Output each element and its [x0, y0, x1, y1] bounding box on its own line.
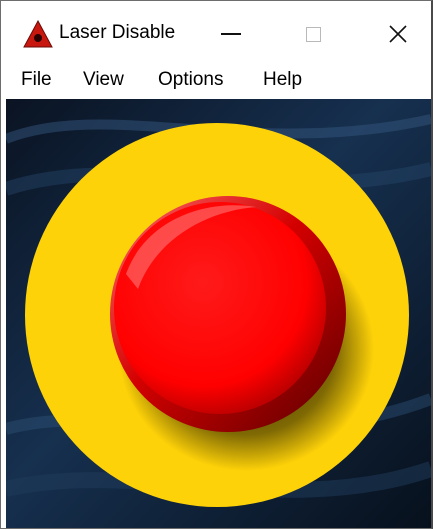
menu-options[interactable]: Options — [158, 69, 223, 91]
emergency-stop-button[interactable] — [6, 99, 431, 529]
title-bar[interactable]: Laser Disable — [1, 1, 431, 63]
close-button[interactable] — [376, 13, 420, 55]
menu-view[interactable]: View — [83, 69, 124, 91]
menu-help[interactable]: Help — [263, 69, 302, 91]
minimize-icon — [221, 33, 241, 35]
app-window: Laser Disable File View Options Help — [0, 0, 433, 529]
button-face — [114, 202, 326, 414]
warning-triangle-icon — [23, 20, 53, 48]
close-icon — [389, 25, 407, 43]
menu-bar: File View Options Help — [1, 63, 431, 99]
client-area — [6, 99, 431, 529]
minimize-button[interactable] — [209, 13, 253, 55]
window-title: Laser Disable — [59, 22, 176, 43]
maximize-button[interactable] — [291, 13, 335, 55]
maximize-icon — [305, 26, 321, 42]
menu-file[interactable]: File — [21, 69, 52, 91]
